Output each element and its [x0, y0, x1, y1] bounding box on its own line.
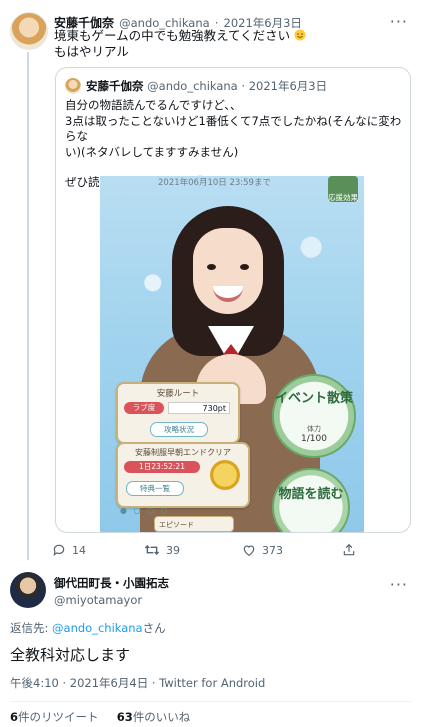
divider: [10, 701, 412, 702]
cheer-effect-badge: 応援効果: [328, 176, 358, 202]
reply-more-options-icon[interactable]: ···: [390, 575, 408, 594]
love-label: ラブ度: [124, 402, 164, 414]
story-title: 物語を読む: [278, 487, 344, 502]
event-stroll-button: イベント散策 体力 1/100: [272, 374, 356, 458]
reply-to-suffix: さん: [142, 621, 166, 635]
end-title: 安藤制服早朝エンドクリア: [135, 448, 231, 457]
route-title: 安藤ルート: [156, 389, 200, 399]
retweets-stat[interactable]: 6件のリツイート: [10, 710, 99, 724]
tweet-line-2: もはやリアル: [54, 44, 129, 59]
end-clear-panel: 安藤制服早朝エンドクリア 1日23:52:21 特典一覧: [116, 442, 250, 508]
share-action[interactable]: [342, 543, 356, 557]
episode-tab: エピソード: [154, 516, 234, 532]
reply-display-name[interactable]: 御代田町長・小園拓志: [54, 575, 169, 591]
character-right-eye: [240, 264, 249, 270]
strategy-status-button: 攻略状況: [150, 422, 208, 437]
reply-handle[interactable]: @miyotamayor: [54, 593, 169, 607]
reply-count: 14: [72, 543, 86, 557]
more-options-icon[interactable]: ···: [390, 12, 408, 31]
reply-to-handle-link[interactable]: @ando_chikana: [52, 621, 143, 635]
reply-timestamp[interactable]: 午後4:10 · 2021年6月4日 · Twitter for Android: [10, 675, 265, 691]
quoted-avatar: [65, 78, 81, 94]
quoted-line-3: い)(ネタバレしてますすみません): [65, 144, 239, 159]
retweet-action[interactable]: 39: [144, 543, 180, 557]
event-period: 2021年06月10日 23:59まで: [158, 178, 271, 188]
stamina-label: 体力: [307, 425, 321, 433]
likes-stat[interactable]: 63件のいいね: [117, 710, 191, 724]
special-list-button: 特典一覧: [126, 481, 184, 496]
author-avatar[interactable]: [10, 12, 48, 50]
medal-icon: [210, 460, 240, 490]
like-total: 63: [116, 710, 133, 724]
stamina-value: 1/100: [301, 434, 327, 444]
route-panel: 安藤ルート ラブ度 730pt 攻略状況: [116, 382, 240, 444]
reply-author-avatar[interactable]: [10, 572, 46, 608]
quoted-line-1: 自分の物語読んでるんですけど、、: [65, 98, 242, 112]
quoted-tweet-card[interactable]: 安藤千伽奈 @ando_chikana · 2021年6月3日 自分の物語読んで…: [55, 67, 411, 533]
like-count: 373: [262, 543, 283, 557]
retweet-total: 6: [10, 710, 19, 724]
love-value: 730pt: [168, 402, 230, 414]
retweet-label: 件のリツイート: [18, 710, 99, 724]
retweet-icon: [144, 545, 160, 555]
reply-header: 御代田町長・小園拓志 @miyotamayor: [54, 575, 169, 607]
tweet-text: 境東もゲームの中でも勉強教えてください もはやリアル: [54, 28, 306, 60]
quoted-display-name: 安藤千伽奈: [86, 79, 144, 93]
event-title: イベント散策: [274, 391, 353, 406]
thread-line: [27, 52, 29, 560]
tweet-line-1: 境東もゲームの中でも勉強教えてください: [54, 28, 291, 43]
reply-text: 全教科対応します: [10, 646, 131, 664]
tweet-actions: 14 39 373: [52, 543, 402, 559]
quoted-header: 安藤千伽奈 @ando_chikana · 2021年6月3日: [86, 79, 328, 93]
quoted-handle: @ando_chikana: [147, 79, 238, 93]
end-timer: 1日23:52:21: [124, 461, 200, 473]
quoted-line-2: 3点は取ったことないけど1番低くて7点でしたかね(そんなに変わらな: [65, 113, 402, 144]
reply-stats: 6件のリツイート 63件のいいね: [10, 709, 190, 725]
share-icon: [343, 543, 355, 556]
retweet-count: 39: [166, 543, 180, 557]
reply-action[interactable]: 14: [52, 543, 86, 557]
game-screenshot-image[interactable]: 2021年06月10日 23:59まで 応援効果 安藤ルート ラブ度 730pt…: [100, 176, 364, 532]
quoted-date: 2021年6月3日: [248, 79, 328, 93]
replying-to: 返信先: @ando_chikanaさん: [10, 620, 166, 636]
reply-icon: [53, 544, 65, 557]
reply-to-prefix: 返信先:: [10, 621, 53, 635]
smile-emoji-icon: [294, 29, 306, 41]
heart-icon: [243, 545, 255, 556]
like-label: 件のいいね: [132, 710, 191, 724]
like-action[interactable]: 373: [242, 543, 283, 557]
character-left-eye: [207, 264, 216, 270]
page-dots: ● ○ ○ ○: [120, 506, 170, 515]
read-story-button: 物語を読む: [272, 468, 350, 532]
